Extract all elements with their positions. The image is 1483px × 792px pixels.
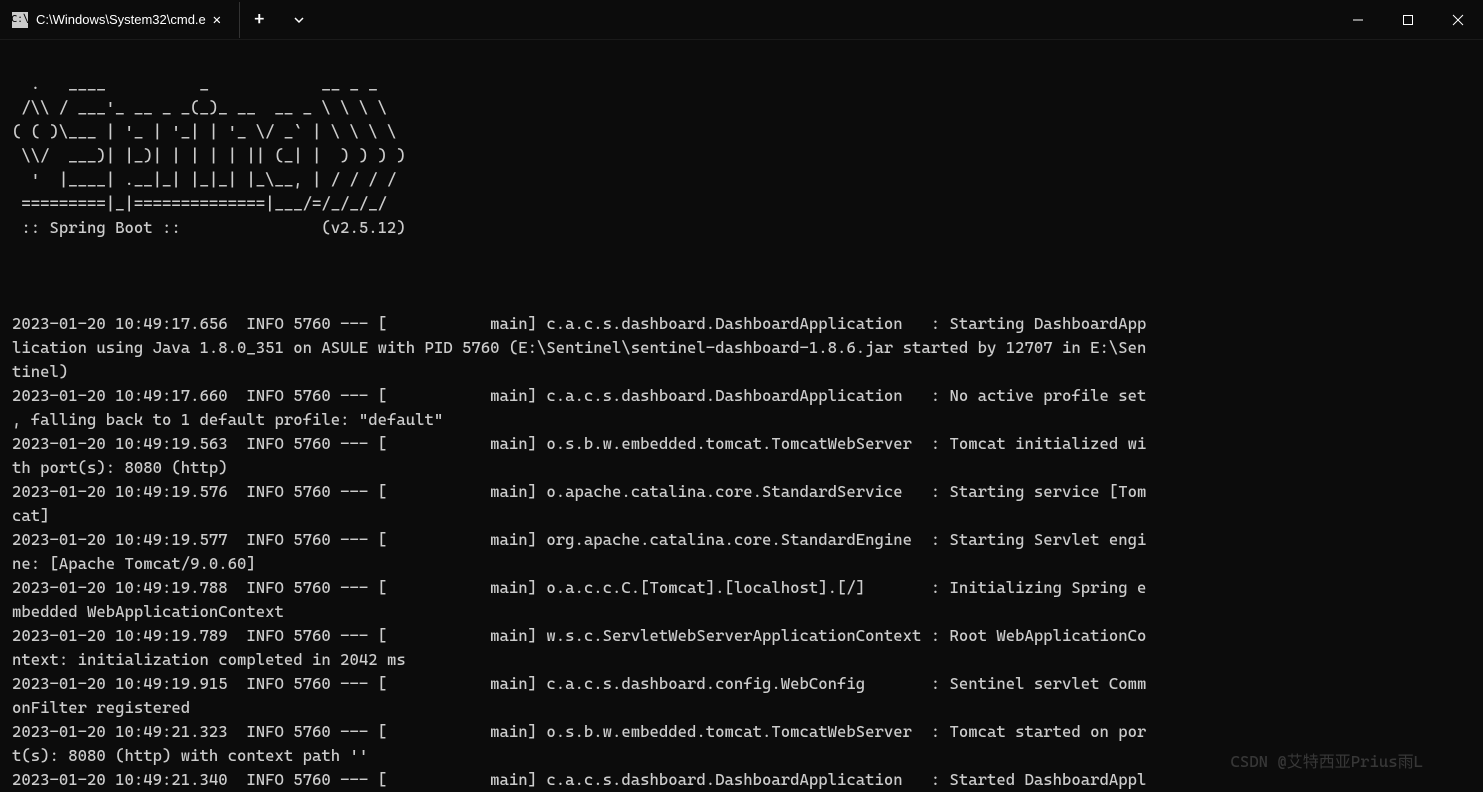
terminal-output[interactable]: . ____ _ __ _ _ /\\ / ___'_ __ _ _(_)_ _… (0, 40, 1483, 792)
log-line: 2023-01-20 10:49:17.656 INFO 5760 --- [ … (12, 312, 1471, 384)
blank-line (12, 264, 1471, 288)
chevron-down-icon (293, 14, 305, 26)
terminal-tab[interactable]: C:\ C:\Windows\System32\cmd.e ✕ (0, 2, 240, 38)
log-lines: 2023-01-20 10:49:17.656 INFO 5760 --- [ … (12, 312, 1471, 792)
log-line: 2023-01-20 10:49:19.788 INFO 5760 --- [ … (12, 576, 1471, 624)
new-tab-button[interactable]: + (240, 0, 279, 39)
maximize-icon (1402, 14, 1414, 26)
log-line: 2023-01-20 10:49:19.576 INFO 5760 --- [ … (12, 480, 1471, 528)
watermark: CSDN @艾特西亚Prius雨L (1230, 748, 1423, 772)
titlebar: C:\ C:\Windows\System32\cmd.e ✕ + (0, 0, 1483, 40)
minimize-button[interactable] (1333, 0, 1383, 39)
log-line: 2023-01-20 10:49:19.563 INFO 5760 --- [ … (12, 432, 1471, 480)
tab-dropdown-button[interactable] (279, 0, 319, 39)
spring-boot-banner: . ____ _ __ _ _ /\\ / ___'_ __ _ _(_)_ _… (12, 72, 1471, 240)
tab-title: C:\Windows\System32\cmd.e (36, 12, 207, 27)
minimize-icon (1352, 14, 1364, 26)
close-icon (1452, 14, 1464, 26)
log-line: 2023-01-20 10:49:19.915 INFO 5760 --- [ … (12, 672, 1471, 720)
log-line: 2023-01-20 10:49:17.660 INFO 5760 --- [ … (12, 384, 1471, 432)
close-window-button[interactable] (1433, 0, 1483, 39)
window-controls (1333, 0, 1483, 39)
log-line: 2023-01-20 10:49:19.789 INFO 5760 --- [ … (12, 624, 1471, 672)
cmd-icon: C:\ (12, 12, 28, 28)
log-line: 2023-01-20 10:49:19.577 INFO 5760 --- [ … (12, 528, 1471, 576)
close-tab-icon[interactable]: ✕ (207, 10, 227, 30)
maximize-button[interactable] (1383, 0, 1433, 39)
